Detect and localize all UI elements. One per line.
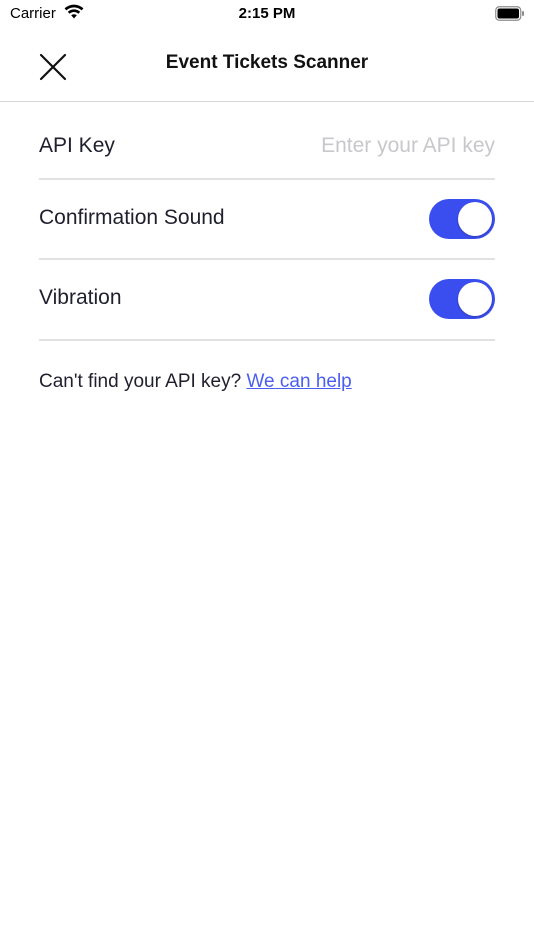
confirmation-sound-label: Confirmation Sound <box>39 206 225 229</box>
api-key-input[interactable] <box>235 130 495 162</box>
toggle-knob <box>458 282 492 316</box>
help-text: Can't find your API key? We can help <box>39 371 352 393</box>
vibration-row: Vibration <box>39 260 495 341</box>
status-bar: Carrier 2:15 PM <box>0 0 534 30</box>
battery-icon <box>495 6 525 21</box>
confirmation-sound-row: Confirmation Sound <box>39 180 495 260</box>
help-link[interactable]: We can help <box>246 371 351 392</box>
toggle-knob <box>458 202 492 236</box>
api-key-row: API Key <box>39 110 495 180</box>
vibration-label: Vibration <box>39 286 122 309</box>
api-key-label: API Key <box>39 134 115 157</box>
page-title: Event Tickets Scanner <box>165 52 369 73</box>
status-time: 2:15 PM <box>238 5 296 22</box>
help-prompt: Can't find your API key? <box>39 371 247 392</box>
navigation-bar: Event Tickets Scanner <box>0 30 534 102</box>
confirmation-sound-toggle[interactable] <box>429 199 495 239</box>
vibration-toggle[interactable] <box>429 279 495 319</box>
